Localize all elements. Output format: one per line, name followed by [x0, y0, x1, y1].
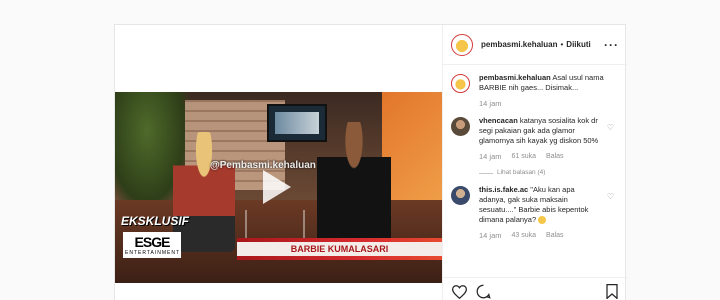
- video-player[interactable]: @Pembasmi.kehaluan EKSKLUSIF ESGE ENTERT…: [115, 92, 442, 283]
- action-bar: [443, 277, 628, 300]
- comment-like-icon[interactable]: ♡: [607, 192, 614, 202]
- comment-like-icon[interactable]: ♡: [607, 123, 614, 133]
- comment: ♡ this.is.fake.ac "Aku kan apa adanya, g…: [443, 178, 628, 241]
- avatar[interactable]: [451, 33, 473, 56]
- bookmark-icon[interactable]: [604, 284, 620, 300]
- comment-meta: 14 jam 61 suka Balas: [479, 152, 620, 162]
- follow-status-button[interactable]: Diikuti: [566, 40, 590, 49]
- host-figure: [317, 122, 391, 257]
- comment-username[interactable]: this.is.fake.ac: [479, 185, 528, 194]
- comment-icon[interactable]: [475, 284, 491, 300]
- heart-icon[interactable]: [451, 284, 467, 300]
- avatar[interactable]: [451, 117, 470, 136]
- orange-panel: [382, 92, 442, 212]
- comment: ♡ vhencacan katanya sosialita kok dr seg…: [443, 109, 628, 178]
- comment-meta: 14 jam 43 suka Balas: [479, 231, 620, 241]
- avatar[interactable]: [451, 186, 470, 205]
- comment-username[interactable]: pembasmi.kehaluan: [479, 73, 551, 82]
- comment-username[interactable]: vhencacan: [479, 116, 518, 125]
- avatar[interactable]: [451, 74, 470, 93]
- caption: pembasmi.kehaluan Asal usul nama BARBIE …: [443, 66, 628, 109]
- brand-sub: ENTERTAINMENT: [125, 250, 181, 256]
- guest-figure: [173, 132, 235, 252]
- comment-likes[interactable]: 43 suka: [512, 231, 537, 241]
- comments-list: pembasmi.kehaluan Asal usul nama BARBIE …: [443, 66, 628, 277]
- replies-divider: [479, 172, 493, 174]
- comment-time: 14 jam: [479, 152, 502, 161]
- post-header: pembasmi.kehaluan • Diikuti ···: [443, 25, 627, 65]
- more-icon[interactable]: ···: [604, 38, 619, 52]
- play-icon[interactable]: [263, 170, 291, 204]
- instagram-post: @Pembasmi.kehaluan EKSKLUSIF ESGE ENTERT…: [114, 24, 628, 300]
- confused-emoji-icon: [538, 216, 547, 225]
- view-replies-label[interactable]: Lihat balasan (4): [497, 168, 545, 178]
- header-username[interactable]: pembasmi.kehaluan: [481, 40, 557, 49]
- header-separator: •: [560, 40, 564, 49]
- comment-meta: 14 jam: [479, 99, 620, 109]
- lower-third-name: BARBIE KUMALASARI: [237, 242, 442, 256]
- comment-time: 14 jam: [479, 231, 502, 240]
- post-sidebar: pembasmi.kehaluan • Diikuti ··· pembasmi…: [442, 25, 628, 300]
- post-media: @Pembasmi.kehaluan EKSKLUSIF ESGE ENTERT…: [115, 25, 442, 300]
- reply-button[interactable]: Balas: [546, 231, 564, 241]
- reply-button[interactable]: Balas: [546, 152, 564, 162]
- comment-time: 14 jam: [479, 99, 502, 108]
- comment-likes[interactable]: 61 suka: [512, 152, 537, 162]
- wall-tv: [267, 104, 327, 142]
- eksklusif-label: EKSKLUSIF: [121, 214, 190, 228]
- view-replies[interactable]: Lihat balasan (4): [479, 168, 620, 178]
